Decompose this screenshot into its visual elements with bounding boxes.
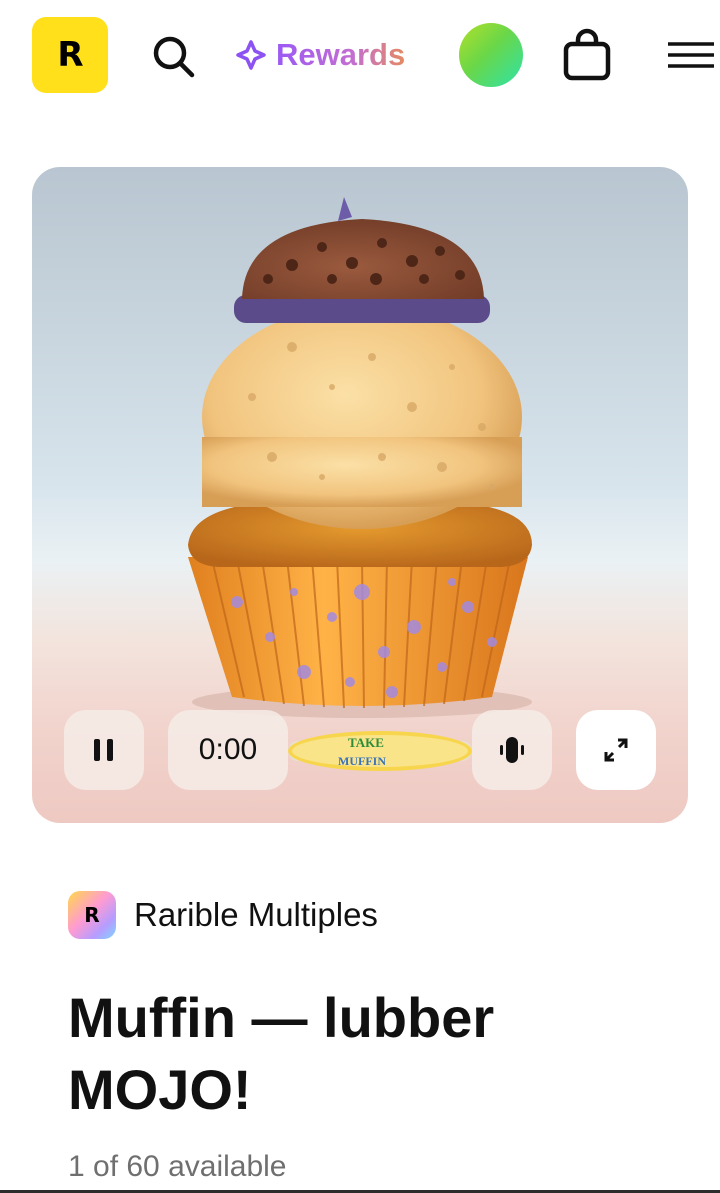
media-player[interactable]: 0:00 TAKE MUFFIN xyxy=(32,167,688,823)
collection-link[interactable]: R Rarible Multiples xyxy=(68,890,378,940)
pause-button[interactable] xyxy=(64,710,144,790)
top-nav: R Rewards xyxy=(0,0,720,110)
rarible-logo[interactable]: R xyxy=(32,17,108,93)
rewards-link[interactable]: Rewards xyxy=(236,33,405,77)
bag-icon[interactable] xyxy=(562,28,612,82)
scrubber-label-top: TAKE xyxy=(348,735,384,750)
expand-icon xyxy=(604,738,628,762)
fullscreen-button[interactable] xyxy=(576,710,656,790)
collection-logo-letter: R xyxy=(84,903,100,927)
menu-icon[interactable] xyxy=(666,38,716,72)
progress-scrubber[interactable]: TAKE MUFFIN xyxy=(288,727,472,773)
item-title: Muffin — lubber MOJO! xyxy=(68,986,495,1121)
pause-icon xyxy=(94,739,113,761)
logo-letter: R xyxy=(57,35,83,75)
avatar[interactable] xyxy=(459,23,523,87)
sparkle-icon xyxy=(236,40,266,70)
time-display: 0:00 xyxy=(168,710,288,790)
collection-name: Rarible Multiples xyxy=(134,896,378,933)
search-icon[interactable] xyxy=(150,33,196,79)
scrubber-label-bottom: MUFFIN xyxy=(338,754,386,768)
collection-logo: R xyxy=(68,891,116,939)
volume-icon xyxy=(500,737,524,763)
rewards-label: Rewards xyxy=(276,37,406,72)
availability-text: 1 of 60 available xyxy=(68,1150,287,1183)
volume-button[interactable] xyxy=(472,710,552,790)
